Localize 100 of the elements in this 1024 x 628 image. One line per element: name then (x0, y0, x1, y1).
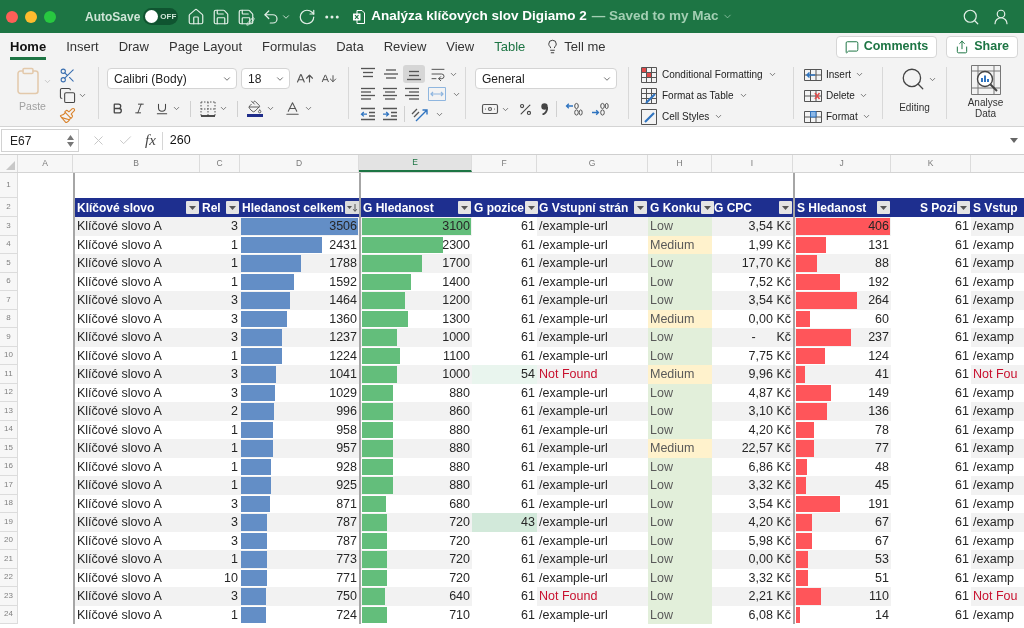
borders-icon[interactable] (200, 100, 216, 117)
formula-field[interactable]: 260 (169, 131, 1010, 150)
stepper-icon[interactable] (67, 134, 74, 147)
filter-button[interactable] (525, 201, 538, 214)
expand-icon[interactable] (1010, 138, 1018, 143)
number-format-dropdown[interactable]: General (475, 68, 617, 89)
row-number[interactable]: 19 (0, 513, 18, 532)
column-heading[interactable]: G (537, 155, 648, 172)
percent-icon[interactable] (518, 101, 533, 117)
ribbon-tab[interactable]: Page Layout (169, 33, 242, 60)
font-dropdown[interactable]: Calibri (Body) (107, 68, 237, 89)
caret-icon[interactable] (304, 104, 313, 113)
filter-button[interactable] (779, 201, 792, 214)
row-number[interactable]: 17 (0, 476, 18, 495)
caret-icon[interactable] (219, 104, 228, 113)
ribbon-tab[interactable]: Draw (118, 33, 149, 60)
row-number[interactable]: 3 (0, 217, 18, 236)
filter-button[interactable] (186, 201, 199, 214)
comma-icon[interactable] (541, 103, 548, 115)
share-button[interactable]: Share (946, 35, 1018, 58)
filter-button[interactable] (957, 201, 970, 214)
column-heading[interactable]: I (712, 155, 793, 172)
styles-menu-button[interactable]: Format as Table (641, 86, 793, 105)
increase-decimal-icon[interactable] (565, 102, 583, 116)
column-heading[interactable]: C (200, 155, 240, 172)
column-heading[interactable]: H (648, 155, 712, 172)
filter-button[interactable] (701, 201, 714, 214)
bold-icon[interactable] (111, 102, 124, 115)
cells-menu-button[interactable]: Delete (804, 86, 882, 105)
column-heading[interactable]: K (891, 155, 971, 172)
cells-menu-button[interactable]: Insert (804, 65, 882, 84)
row-number[interactable]: 7 (0, 291, 18, 310)
save-edit-icon[interactable] (237, 7, 256, 26)
column-heading[interactable]: E (359, 155, 472, 172)
ribbon-tab[interactable]: Insert (66, 33, 99, 60)
cells-menu-button[interactable]: Format (804, 107, 882, 126)
analyse-data-button[interactable]: Analyse Data (958, 65, 1013, 123)
tell-me-button[interactable]: Tell me (545, 33, 606, 60)
row-number[interactable]: 11 (0, 365, 18, 384)
font-size-dropdown[interactable]: 18 (241, 68, 290, 89)
redo-icon[interactable] (298, 7, 317, 26)
filter-button[interactable] (458, 201, 471, 214)
column-heading[interactable]: F (472, 155, 537, 172)
ribbon-tab[interactable]: Formulas (262, 33, 317, 60)
column-heading[interactable]: J (793, 155, 891, 172)
comments-button[interactable]: Comments (835, 35, 938, 58)
underline-icon[interactable] (155, 101, 169, 116)
autosave-switch[interactable]: OFF (143, 8, 179, 25)
caret-icon[interactable] (266, 104, 275, 113)
row-number[interactable]: 5 (0, 254, 18, 273)
decrease-decimal-icon[interactable] (591, 102, 609, 116)
copy-icon[interactable] (59, 87, 76, 104)
minimize-button[interactable] (25, 10, 37, 23)
styles-menu-button[interactable]: Cell Styles (641, 107, 793, 126)
paint-bucket-icon[interactable] (247, 100, 263, 117)
decrease-indent-icon[interactable] (360, 107, 376, 121)
undo-icon[interactable] (262, 7, 281, 26)
wrap-text-icon[interactable] (430, 66, 446, 82)
row-number[interactable]: 13 (0, 402, 18, 421)
scissors-icon[interactable] (59, 67, 76, 84)
styles-menu-button[interactable]: Conditional Formatting (641, 65, 793, 84)
row-number[interactable]: 23 (0, 587, 18, 606)
home-icon[interactable] (187, 7, 206, 26)
row-number[interactable]: 15 (0, 439, 18, 458)
person-icon[interactable] (992, 7, 1010, 26)
save-icon[interactable] (212, 7, 231, 26)
align-center-icon[interactable] (382, 87, 398, 101)
row-number[interactable]: 21 (0, 550, 18, 569)
table-cell: Klíčové slovo A (73, 605, 200, 624)
grid-cross-icon (804, 87, 822, 104)
filter-button[interactable] (877, 201, 890, 214)
row-number[interactable]: 9 (0, 328, 18, 347)
name-box[interactable]: E67 (1, 129, 79, 152)
row-number[interactable]: 1 (0, 173, 18, 198)
editing-button[interactable]: Editing (892, 66, 937, 118)
filter-button[interactable] (226, 201, 239, 214)
font-color-icon[interactable] (284, 100, 301, 117)
column-heading[interactable]: A (18, 155, 73, 172)
table-cell-text: 1 (230, 477, 239, 494)
italic-icon[interactable] (133, 102, 146, 115)
ribbon-tab[interactable]: Data (336, 33, 364, 60)
ribbon-tab[interactable]: Table (494, 33, 526, 60)
filter-button[interactable] (634, 201, 647, 214)
ribbon-tab[interactable]: View (446, 33, 475, 60)
align-bottom-icon[interactable] (403, 65, 425, 83)
insert-function-button[interactable]: fx (145, 129, 156, 152)
ribbon-tab[interactable]: Review (383, 33, 427, 60)
row-number[interactable]: 2 (0, 198, 18, 217)
search-icon[interactable] (962, 7, 980, 26)
maximize-button[interactable] (44, 10, 56, 23)
align-left-icon[interactable] (360, 87, 376, 101)
merge-cells-icon[interactable] (428, 87, 446, 101)
caret-icon[interactable] (172, 104, 181, 113)
column-heading[interactable]: B (73, 155, 200, 172)
diagonal-arrow-icon[interactable] (411, 106, 429, 122)
caret-icon[interactable] (78, 91, 87, 100)
table-cell-text: /example-url (538, 477, 609, 494)
table-cell-text: 0,00 Kč (747, 551, 792, 568)
increase-indent-icon[interactable] (382, 107, 398, 121)
align-right-icon[interactable] (404, 87, 420, 101)
